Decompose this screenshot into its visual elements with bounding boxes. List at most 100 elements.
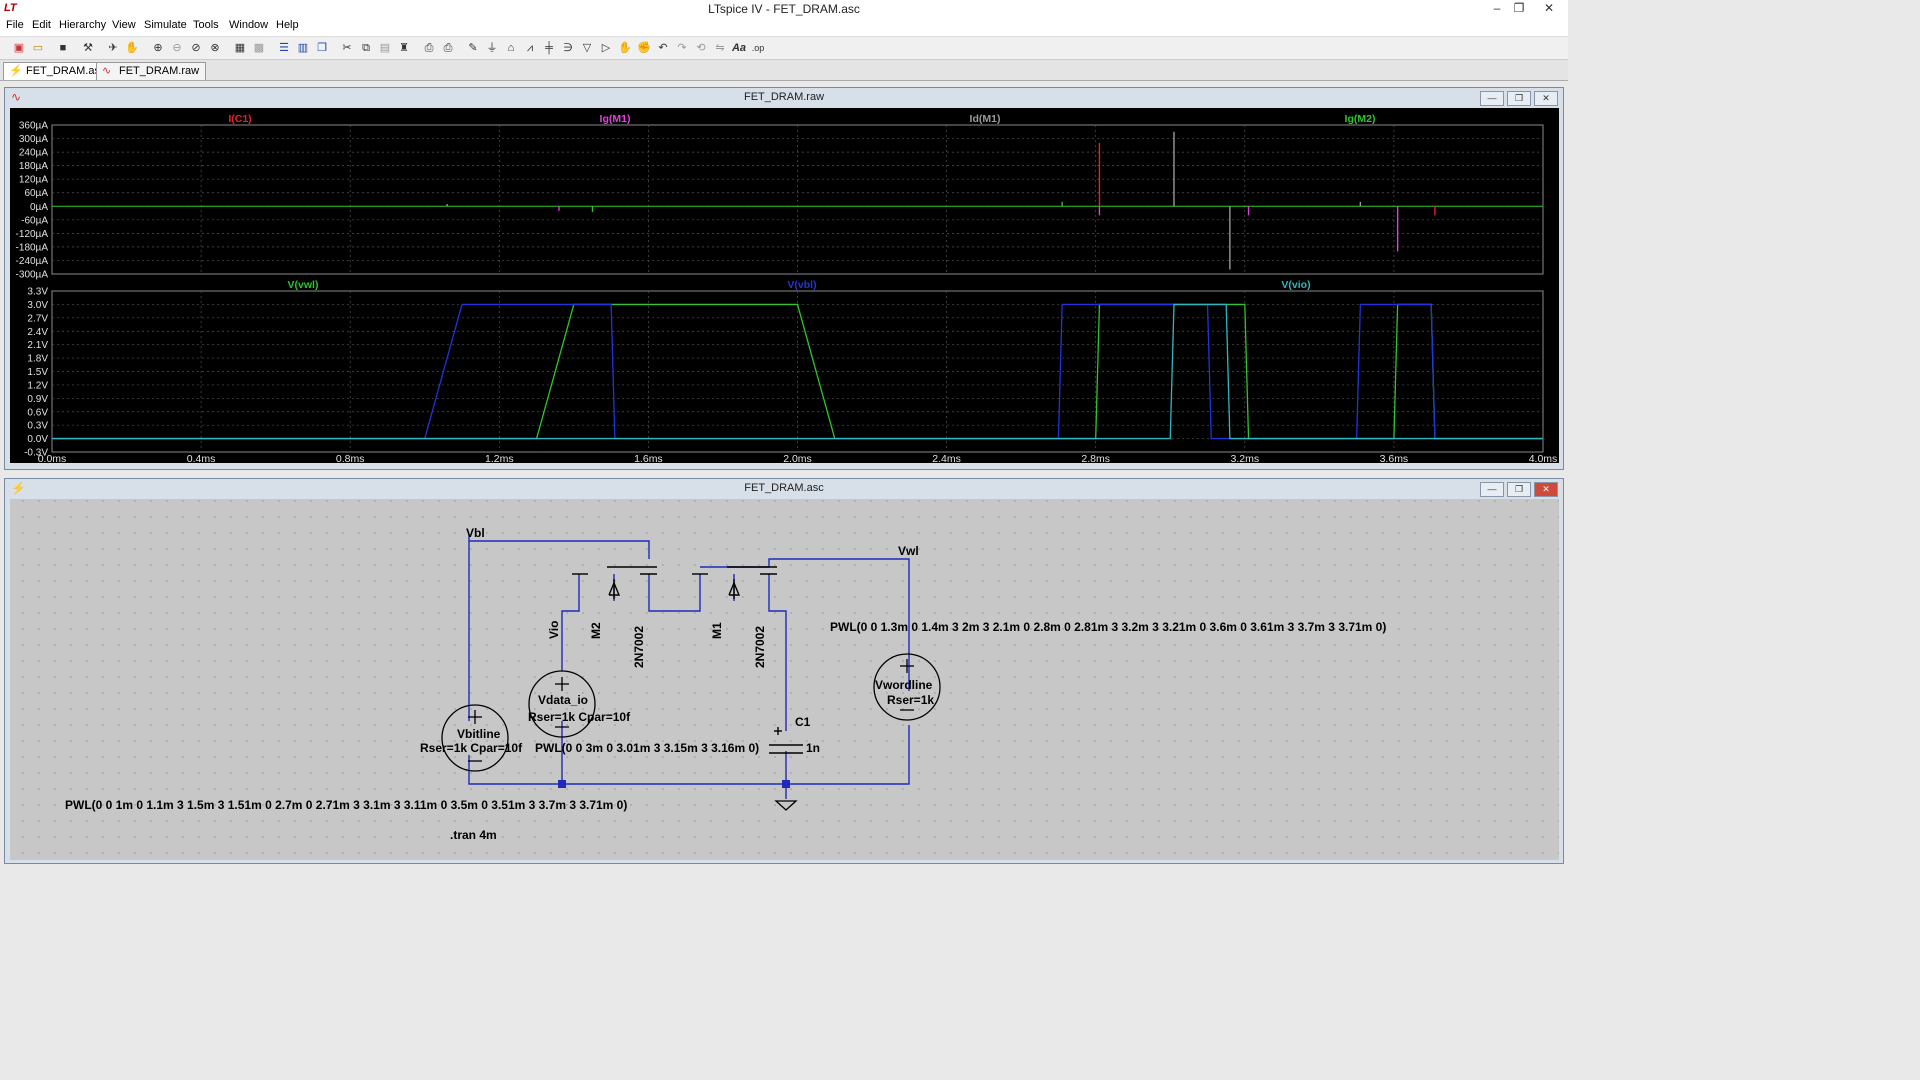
waveform-window-title: FET_DRAM.raw (743, 91, 825, 103)
tile-vertical-icon[interactable]: ▥ (295, 40, 311, 56)
zoom-in-icon[interactable]: ⊕ (150, 40, 166, 56)
undo-icon[interactable]: ↶ (655, 40, 671, 56)
zoom-out-icon[interactable]: ⊖ (169, 40, 185, 56)
capacitor-icon[interactable]: ╪ (541, 40, 557, 56)
vwordline-params: Rser=1k (887, 693, 934, 707)
y-tick-label: 3.3V (27, 287, 48, 298)
run-icon[interactable]: ✈ (105, 40, 121, 56)
mirror-icon[interactable]: ⇋ (712, 40, 728, 56)
m2-symbol (572, 566, 657, 599)
waveform-icon: ∿ (102, 65, 112, 77)
menu-window[interactable]: Window (229, 19, 268, 31)
menu-edit[interactable]: Edit (32, 19, 51, 31)
cut-icon[interactable]: ✂ (339, 40, 355, 56)
waveform-svg: 360µA 300µA 240µA 180µA 120µA 60µA 0µA -60µA -12… (16, 113, 1558, 465)
y-tick-label: 60µA (24, 188, 48, 199)
title-bar: LT LTspice IV - FET_DRAM.asc – ❐ ✕ (0, 0, 1568, 18)
y-tick-label: 2.1V (27, 340, 48, 351)
component-icon[interactable]: ▷ (598, 40, 614, 56)
x-tick-label: 0.8ms (336, 453, 365, 463)
junction (782, 780, 790, 788)
paste-icon[interactable]: ▤ (377, 40, 393, 56)
wire (469, 540, 650, 559)
legend-label: Ig(M2) (1345, 113, 1376, 125)
menu-help[interactable]: Help (276, 19, 299, 31)
waveform-plot-area[interactable]: 360µA 300µA 240µA 180µA 120µA 60µA 0µA -60µA -12… (10, 108, 1559, 465)
close-button[interactable]: ✕ (1534, 482, 1558, 497)
legend-label: Ig(M1) (600, 113, 631, 125)
tab-waveform[interactable]: ∿ FET_DRAM.raw (96, 62, 207, 80)
open-icon[interactable]: ▭ (30, 40, 46, 56)
text-icon[interactable]: Aa (731, 40, 747, 56)
legend-label: V(vwl) (288, 279, 319, 291)
print-icon[interactable]: ⎙ (440, 40, 456, 56)
drag-icon[interactable]: ✊ (636, 40, 652, 56)
toolbar: ▣ ▭ ■ ⚒ ✈ ✋ ⊕ ⊖ ⊘ ⊗ ▦ ▩ ☰ ▥ ❐ ✂ ⧉ ▤ ♜ ⎙ … (0, 37, 1568, 60)
vdata-name: Vdata_io (538, 693, 588, 707)
wire (768, 574, 787, 731)
new-schematic-icon[interactable]: ▣ (11, 40, 27, 56)
ground-icon[interactable]: ⏚ (484, 40, 500, 56)
close-button[interactable]: ✕ (1534, 91, 1558, 106)
restore-button[interactable]: ❐ (1507, 482, 1531, 497)
y-tick-label: 0.0V (27, 434, 48, 445)
grid-icon[interactable]: ▩ (251, 40, 267, 56)
resistor-icon[interactable]: ⩘ (522, 40, 538, 56)
y-tick-label: 2.7V (27, 313, 48, 324)
minimize-button[interactable]: – (1486, 0, 1508, 18)
c1-name: C1 (795, 715, 811, 729)
y-tick-label: 240µA (19, 148, 48, 159)
label-icon[interactable]: ⌂ (503, 40, 519, 56)
m2-model: 2N7002 (632, 626, 646, 668)
menu-simulate[interactable]: Simulate (144, 19, 187, 31)
restore-button[interactable]: ❐ (1507, 91, 1531, 106)
zoom-fit-icon[interactable]: ⊗ (207, 40, 223, 56)
save-icon[interactable]: ■ (55, 40, 71, 56)
menu-view[interactable]: View (112, 19, 136, 31)
legend-label: I(C1) (228, 113, 251, 125)
minimize-button[interactable]: — (1480, 482, 1504, 497)
copy-icon[interactable]: ⧉ (358, 40, 374, 56)
find-icon[interactable]: ♜ (396, 40, 412, 56)
pan-icon[interactable]: ✋ (124, 40, 140, 56)
x-tick-label: 2.0ms (783, 453, 812, 463)
x-tick-label: 2.8ms (1081, 453, 1110, 463)
y-tick-label: -180µA (16, 242, 49, 253)
minimize-button[interactable]: — (1480, 91, 1504, 106)
wire (561, 574, 580, 671)
close-button[interactable]: ✕ (1538, 0, 1560, 18)
vdata-params: Rser=1k Cpar=10f (528, 710, 631, 724)
inductor-icon[interactable]: ∋ (560, 40, 576, 56)
cascade-icon[interactable]: ❐ (314, 40, 330, 56)
diode-icon[interactable]: ▽ (579, 40, 595, 56)
y-tick-label: 2.4V (27, 327, 48, 338)
vbitline-params: Rser=1k Cpar=10f (420, 741, 523, 755)
zoom-back-icon[interactable]: ⊘ (188, 40, 204, 56)
x-tick-label: 4.0ms (1529, 453, 1558, 463)
y-tick-label: 0µA (30, 202, 48, 213)
schematic-canvas[interactable]: Vbl Vwl Vio M2 2N7002 M1 2N7002 PWL(0 0 … (10, 499, 1559, 860)
wire-icon[interactable]: ✎ (465, 40, 481, 56)
redo-icon[interactable]: ↷ (674, 40, 690, 56)
y-tick-label: -300µA (16, 270, 49, 281)
menu-hierarchy[interactable]: Hierarchy (59, 19, 106, 31)
menu-tools[interactable]: Tools (193, 19, 219, 31)
x-tick-label: 0.4ms (187, 453, 216, 463)
vbitline-pwl: PWL(0 0 1m 0 1.1m 3 1.5m 3 1.51m 0 2.7m … (65, 798, 627, 812)
move-icon[interactable]: ✋ (617, 40, 633, 56)
tile-horizontal-icon[interactable]: ☰ (276, 40, 292, 56)
net-label-vio: Vio (547, 621, 561, 639)
x-tick-label: 1.2ms (485, 453, 514, 463)
y-tick-label: 120µA (19, 175, 48, 186)
menu-file[interactable]: File (6, 19, 24, 31)
control-panel-icon[interactable]: ⚒ (80, 40, 96, 56)
print-setup-icon[interactable]: ⎙ (421, 40, 437, 56)
spice-directive-icon[interactable]: .op (750, 40, 766, 56)
rotate-icon[interactable]: ⟲ (693, 40, 709, 56)
restore-button[interactable]: ❐ (1508, 0, 1530, 18)
autorange-icon[interactable]: ▦ (232, 40, 248, 56)
y-tick-label: 0.6V (27, 407, 48, 418)
legend-label: V(vbl) (787, 279, 816, 291)
legend-label: Id(M1) (970, 113, 1001, 125)
wire (648, 574, 701, 612)
